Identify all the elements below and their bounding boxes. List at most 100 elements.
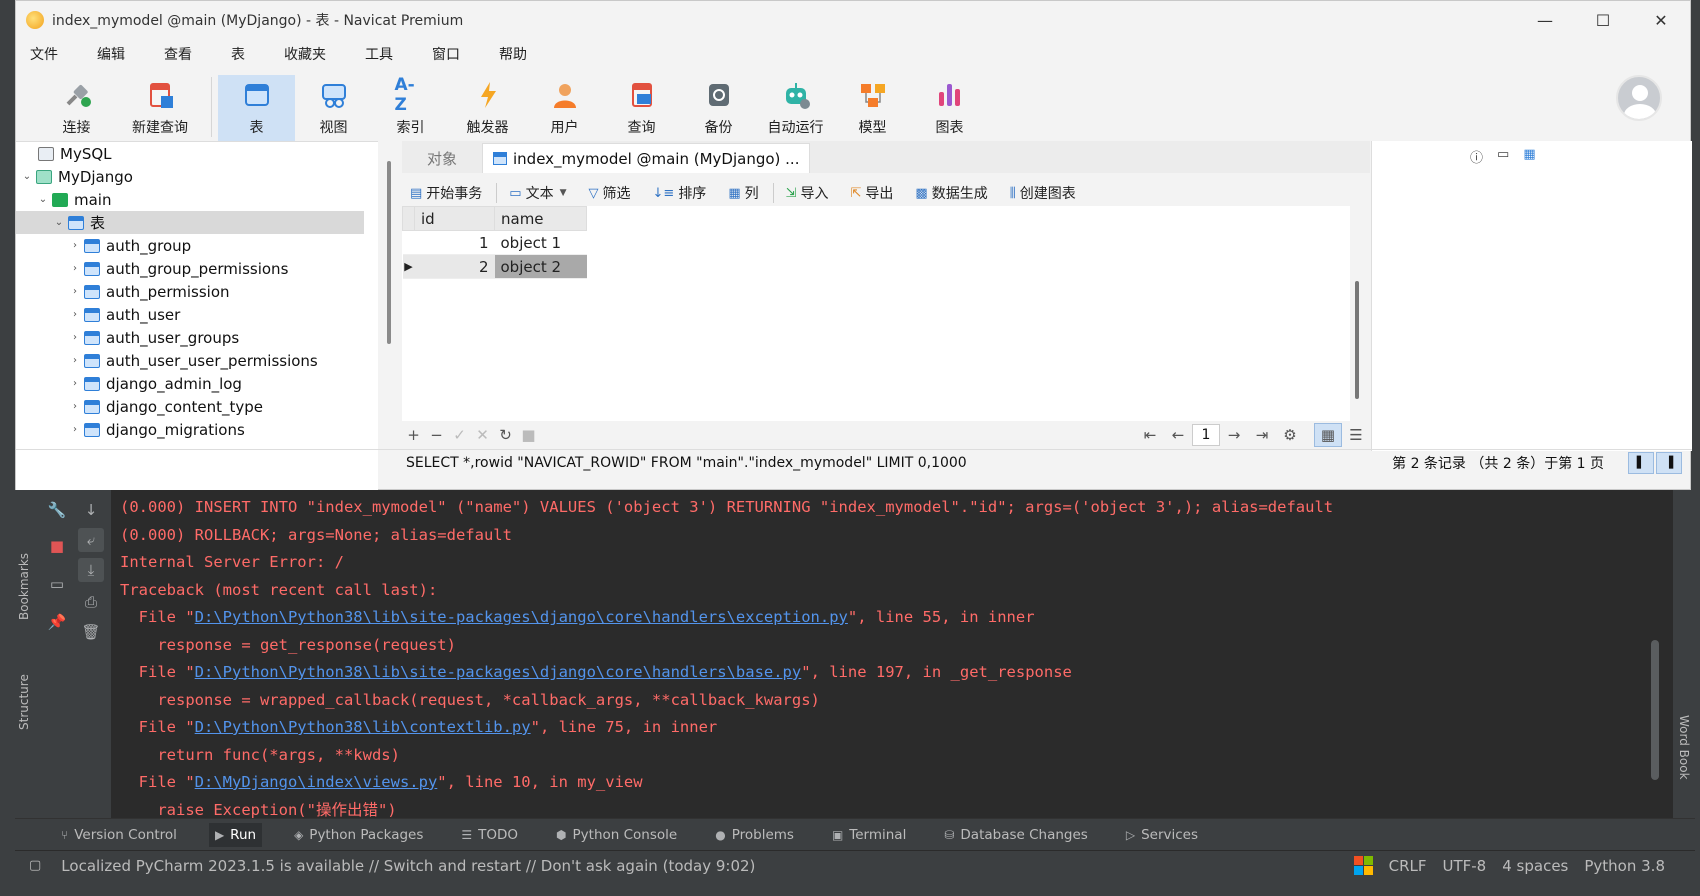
tree-item-table[interactable]: › auth_user (16, 303, 378, 326)
update-notification[interactable]: Localized PyCharm 2023.1.5 is available … (61, 857, 755, 875)
chevron-down-icon[interactable]: ⌄ (52, 217, 66, 228)
view-button[interactable]: 视图 (295, 75, 372, 141)
chevron-right-icon[interactable]: › (68, 378, 82, 389)
first-page-button[interactable]: ⇤ (1136, 426, 1164, 444)
tree-item-table[interactable]: › auth_group (16, 234, 378, 257)
refresh-button[interactable]: ↻ (494, 426, 517, 444)
tree-item-connection[interactable]: ⌄ MyDjango (16, 165, 378, 188)
tree-item-tables[interactable]: ⌄ 表 (16, 211, 364, 234)
toggle-left-panel-icon[interactable]: ▌ (1628, 452, 1654, 474)
page-number-field[interactable]: 1 (1192, 424, 1220, 446)
tree-item-database[interactable]: ⌄ main (16, 188, 378, 211)
file-link[interactable]: D:\Python\Python38\lib\site-packages\dja… (195, 663, 802, 681)
chevron-right-icon[interactable]: › (68, 263, 82, 274)
tree-item-table[interactable]: › django_content_type (16, 395, 378, 418)
wrench-icon[interactable]: 🔧 (44, 498, 70, 522)
stop-button[interactable]: ■ (517, 426, 540, 444)
connect-button[interactable]: 连接 (38, 75, 115, 141)
cell-name[interactable]: object 1 (494, 230, 587, 255)
trash-icon[interactable]: 🗑 (78, 620, 104, 644)
tree-item-mysql[interactable]: MySQL (16, 142, 378, 165)
tab-database-changes[interactable]: ⛁ Database Changes (938, 823, 1094, 847)
data-generation-button[interactable]: ▩ 数据生成 (907, 183, 987, 203)
tab-problems[interactable]: ● Problems (709, 823, 800, 847)
word-book-tool-tab[interactable]: Word Book (1677, 715, 1691, 780)
tree-item-table[interactable]: › django_admin_log (16, 372, 378, 395)
chevron-down-icon[interactable]: ⌄ (20, 171, 34, 182)
settings-icon[interactable]: ⚙ (1276, 426, 1304, 444)
user-button[interactable]: 用户 (526, 75, 603, 141)
toggle-tool-windows-icon[interactable]: ▢ (29, 858, 41, 873)
menu-view[interactable]: 查看 (158, 42, 198, 66)
grid-layout-icon[interactable]: ▦ (1523, 147, 1535, 166)
form-view-button[interactable]: ☰ (1342, 423, 1370, 447)
soft-wrap-icon[interactable]: ⤶ (78, 528, 104, 552)
last-page-button[interactable]: ⇥ (1248, 426, 1276, 444)
menu-file[interactable]: 文件 (24, 42, 64, 66)
add-record-button[interactable]: + (402, 426, 425, 444)
info-icon[interactable]: ⓘ (1470, 147, 1483, 166)
tab-run[interactable]: ▶ Run (208, 822, 263, 847)
layout-icon[interactable]: ▭ (44, 572, 70, 596)
menu-edit[interactable]: 编辑 (91, 42, 131, 66)
file-link[interactable]: D:\Python\Python38\lib\site-packages\dja… (195, 608, 848, 626)
tree-item-table[interactable]: › auth_user_groups (16, 326, 378, 349)
export-button[interactable]: ⇱ 导出 (843, 183, 894, 203)
menu-favorites[interactable]: 收藏夹 (278, 42, 332, 66)
tab-todo[interactable]: ☰ TODO (455, 823, 524, 847)
tab-index-mymodel[interactable]: index_mymodel @main (MyDjango) ... (482, 143, 811, 173)
cell-id[interactable]: 1 (414, 230, 495, 255)
menu-help[interactable]: 帮助 (493, 42, 533, 66)
import-button[interactable]: ⇲ 导入 (778, 183, 829, 203)
grid-scrollbar[interactable] (1355, 281, 1359, 399)
tab-python-packages[interactable]: ◈ Python Packages (288, 823, 429, 847)
table-button[interactable]: 表 (218, 75, 295, 141)
cell-name[interactable]: object 2 (494, 254, 587, 279)
delete-record-button[interactable]: − (425, 426, 448, 444)
chevron-right-icon[interactable]: › (68, 332, 82, 343)
chevron-down-icon[interactable]: ⌄ (36, 194, 50, 205)
begin-transaction-button[interactable]: ▤ 开始事务 (402, 183, 482, 203)
arrow-down-icon[interactable]: ↓ (78, 498, 104, 522)
next-page-button[interactable]: → (1220, 426, 1248, 444)
tree-item-table[interactable]: › auth_group_permissions (16, 257, 378, 280)
tree-item-table[interactable]: › django_migrations (16, 418, 378, 441)
scroll-to-end-icon[interactable]: ⤓ (78, 558, 104, 582)
table-row[interactable]: ▶ 2 object 2 (402, 254, 587, 279)
columns-button[interactable]: ▦ 列 (720, 183, 758, 203)
filter-button[interactable]: ▽ 筛选 (581, 183, 631, 203)
minimize-button[interactable]: — (1516, 11, 1574, 30)
discard-changes-button[interactable]: ✕ (471, 426, 494, 444)
menu-window[interactable]: 窗口 (426, 42, 466, 66)
grid-view-button[interactable]: ▦ (1314, 423, 1342, 447)
file-encoding[interactable]: UTF-8 (1443, 857, 1487, 875)
file-link[interactable]: D:\Python\Python38\lib\contextlib.py (195, 718, 531, 736)
new-query-button[interactable]: 新建查询 (115, 75, 205, 141)
create-chart-button[interactable]: ⫼ 创建图表 (1002, 183, 1076, 203)
table-row[interactable]: 1 object 1 (402, 230, 587, 255)
prev-page-button[interactable]: ← (1164, 426, 1192, 444)
tab-version-control[interactable]: ⑂ Version Control (55, 823, 183, 847)
tab-python-console[interactable]: ⬢ Python Console (550, 823, 683, 847)
chevron-right-icon[interactable]: › (68, 401, 82, 412)
toggle-right-panel-icon[interactable]: ▐ (1656, 452, 1682, 474)
chevron-right-icon[interactable]: › (68, 309, 82, 320)
query-button[interactable]: 查询 (603, 75, 680, 141)
index-button[interactable]: A-Z 索引 (372, 75, 449, 141)
bookmarks-tool-tab[interactable]: Bookmarks (17, 553, 31, 620)
menu-tools[interactable]: 工具 (359, 42, 399, 66)
chevron-right-icon[interactable]: › (68, 286, 82, 297)
console-scrollbar[interactable] (1651, 640, 1659, 780)
close-button[interactable]: ✕ (1632, 11, 1690, 30)
tab-services[interactable]: ▷ Services (1120, 823, 1204, 847)
pin-icon[interactable]: 📌 (44, 610, 70, 634)
file-link[interactable]: D:\MyDjango\index\views.py (195, 773, 438, 791)
sort-button[interactable]: ↓≡ 排序 (645, 183, 707, 203)
cell-id[interactable]: 2 (414, 254, 495, 279)
menu-table[interactable]: 表 (225, 42, 251, 66)
column-header-name[interactable]: name (494, 206, 587, 231)
chevron-right-icon[interactable]: › (68, 240, 82, 251)
tree-item-table[interactable]: › auth_user_user_permissions (16, 349, 378, 372)
run-console[interactable]: (0.000) INSERT INTO "index_mymodel" ("na… (111, 490, 1673, 818)
backup-button[interactable]: 备份 (680, 75, 757, 141)
